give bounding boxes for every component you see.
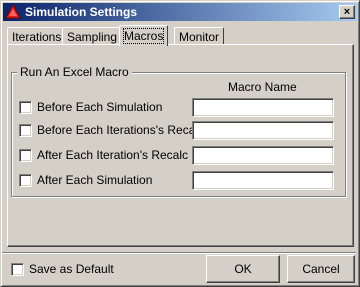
macro-name-header: Macro Name bbox=[228, 80, 297, 94]
tab-sampling[interactable]: Sampling bbox=[62, 27, 123, 45]
before-recalc-checkbox[interactable] bbox=[19, 124, 32, 137]
after-recalc-checkbox[interactable] bbox=[19, 149, 32, 162]
tab-sampling-label: Sampling bbox=[67, 30, 118, 44]
save-default-checkbox[interactable] bbox=[11, 263, 24, 276]
footer-separator bbox=[2, 252, 356, 254]
save-default-label: Save as Default bbox=[29, 262, 114, 276]
after-simulation-label: After Each Simulation bbox=[37, 173, 153, 187]
before-recalc-label: Before Each Iterations's Recalc bbox=[37, 123, 205, 137]
tab-monitor[interactable]: Monitor bbox=[174, 27, 225, 45]
cancel-button-label: Cancel bbox=[302, 262, 340, 276]
after-recalc-macro-input[interactable] bbox=[192, 146, 334, 165]
before-simulation-macro-input[interactable] bbox=[192, 98, 334, 117]
triangle-app-icon bbox=[5, 4, 21, 20]
after-simulation-checkbox[interactable] bbox=[19, 174, 32, 187]
before-simulation-label: Before Each Simulation bbox=[37, 100, 163, 114]
before-recalc-macro-input[interactable] bbox=[192, 121, 334, 140]
group-title: Run An Excel Macro bbox=[17, 65, 132, 79]
close-button[interactable]: × bbox=[339, 5, 355, 19]
after-simulation-macro-input[interactable] bbox=[192, 171, 334, 190]
cancel-button[interactable]: Cancel bbox=[287, 255, 355, 283]
close-icon: × bbox=[343, 5, 351, 18]
title-bar[interactable]: Simulation Settings × bbox=[3, 3, 357, 21]
after-recalc-label: After Each Iteration's Recalc bbox=[37, 148, 189, 162]
tab-monitor-label: Monitor bbox=[179, 30, 220, 44]
before-simulation-checkbox[interactable] bbox=[19, 101, 32, 114]
tab-iterations-label: Iterations bbox=[12, 30, 62, 44]
tab-macros-label: Macros bbox=[122, 28, 165, 44]
tab-iterations[interactable]: Iterations bbox=[7, 27, 67, 45]
tab-macros[interactable]: Macros bbox=[119, 25, 169, 46]
ok-button[interactable]: OK bbox=[206, 255, 280, 283]
ok-button-label: OK bbox=[234, 262, 252, 276]
window-title: Simulation Settings bbox=[25, 5, 138, 19]
